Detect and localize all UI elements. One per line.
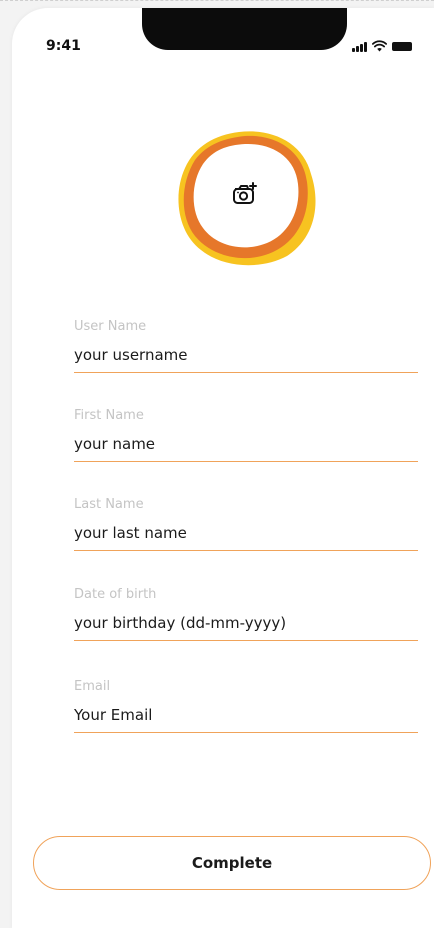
email-underline [74, 732, 418, 733]
first-name-label: First Name [74, 408, 144, 423]
camera-plus-icon [233, 182, 257, 204]
device-notch [142, 8, 347, 50]
date-of-birth-underline [74, 640, 418, 641]
wifi-icon [371, 40, 387, 52]
complete-button-label: Complete [191, 854, 273, 872]
email-field[interactable]: Email Your Email [74, 678, 418, 733]
username-label: User Name [74, 319, 147, 334]
date-of-birth-label: Date of birth [74, 587, 157, 602]
signal-icon [352, 41, 367, 52]
username-input[interactable]: your username [74, 344, 418, 366]
status-time: 9:41 [46, 38, 81, 54]
profile-setup-screen: 9:41 User Name your username First Name … [12, 8, 434, 928]
phone-frame: 9:41 User Name your username First Name … [0, 0, 434, 928]
username-underline [74, 372, 418, 373]
username-field[interactable]: User Name your username [74, 318, 418, 373]
first-name-input[interactable]: your name [74, 433, 418, 455]
first-name-field[interactable]: First Name your name [74, 407, 418, 462]
email-label: Email [74, 679, 111, 694]
status-icons [352, 38, 412, 52]
date-of-birth-field[interactable]: Date of birth your birthday (dd-mm-yyyy) [74, 586, 418, 641]
last-name-input[interactable]: your last name [74, 522, 418, 544]
last-name-underline [74, 550, 418, 551]
email-input[interactable]: Your Email [74, 704, 418, 726]
avatar-picker[interactable] [175, 128, 319, 268]
last-name-label: Last Name [74, 497, 144, 512]
first-name-underline [74, 461, 418, 462]
date-of-birth-input[interactable]: your birthday (dd-mm-yyyy) [74, 612, 418, 634]
battery-icon [391, 42, 412, 51]
last-name-field[interactable]: Last Name your last name [74, 496, 418, 551]
complete-button[interactable]: Complete [33, 836, 431, 890]
